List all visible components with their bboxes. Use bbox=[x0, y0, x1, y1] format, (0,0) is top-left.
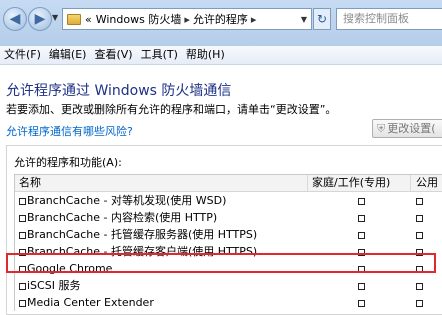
home-work-checkbox[interactable] bbox=[357, 282, 365, 290]
breadcrumb-separator-icon[interactable]: ▸ bbox=[184, 13, 190, 26]
public-checkbox-cell[interactable] bbox=[411, 209, 442, 226]
home-work-checkbox-cell[interactable] bbox=[311, 209, 411, 226]
column-name[interactable]: 名称 bbox=[15, 175, 307, 191]
breadcrumb-prefix[interactable]: « bbox=[85, 13, 92, 26]
home-work-checkbox-cell[interactable] bbox=[311, 277, 411, 294]
home-work-checkbox[interactable] bbox=[357, 231, 365, 239]
program-checkbox[interactable] bbox=[19, 299, 26, 307]
table-body: BranchCache - 对等机发现(使用 WSD) BranchCache -… bbox=[15, 192, 442, 311]
public-checkbox[interactable] bbox=[416, 214, 423, 222]
program-name-cell[interactable]: BranchCache - 对等机发现(使用 WSD) bbox=[15, 192, 311, 209]
table-row[interactable]: BranchCache - 对等机发现(使用 WSD) bbox=[15, 192, 442, 209]
recent-pages-dropdown[interactable]: ▼ bbox=[52, 13, 58, 22]
home-work-checkbox-cell[interactable] bbox=[311, 192, 411, 209]
table-row[interactable]: Media Center Extender bbox=[15, 294, 442, 311]
risk-help-link[interactable]: 允许程序通信有哪些风险? bbox=[6, 123, 133, 139]
table-row[interactable]: BranchCache - 托管缓存服务器(使用 HTTPS) bbox=[15, 226, 442, 243]
breadcrumb-separator-icon[interactable]: ▸ bbox=[251, 13, 257, 26]
home-work-checkbox-cell[interactable] bbox=[311, 294, 411, 311]
program-checkbox[interactable] bbox=[19, 214, 26, 222]
public-checkbox[interactable] bbox=[416, 197, 423, 205]
program-name: BranchCache - 托管缓存服务器(使用 HTTPS) bbox=[27, 228, 258, 241]
public-checkbox-cell[interactable] bbox=[411, 192, 442, 209]
public-checkbox[interactable] bbox=[416, 299, 423, 307]
change-settings-button[interactable]: ⛨ 更改设置( bbox=[372, 119, 442, 138]
program-name-cell[interactable]: iSCSI 服务 bbox=[15, 277, 311, 294]
home-work-checkbox[interactable] bbox=[357, 299, 365, 307]
menu-bar: 文件(F) 编辑(E) 查看(V) 工具(T) 帮助(H) bbox=[0, 46, 442, 65]
menu-view[interactable]: 查看(V) bbox=[90, 46, 136, 64]
public-checkbox-cell[interactable] bbox=[411, 226, 442, 243]
search-input[interactable]: 搜索控制面板 bbox=[336, 8, 442, 30]
program-name: iSCSI 服务 bbox=[27, 279, 81, 292]
back-button[interactable]: ◀ bbox=[3, 7, 27, 31]
address-toolbar: ◀ ▶ ▼ « Windows 防火墙 ▸ 允许的程序 ▸ ▼ ↻ 搜索控制面板 bbox=[0, 0, 442, 46]
program-checkbox[interactable] bbox=[19, 231, 26, 239]
program-name-cell[interactable]: BranchCache - 内容检索(使用 HTTP) bbox=[15, 209, 311, 226]
menu-help[interactable]: 帮助(H) bbox=[182, 46, 229, 64]
menu-tools[interactable]: 工具(T) bbox=[137, 46, 182, 64]
address-dropdown-icon[interactable]: ▼ bbox=[301, 15, 307, 24]
table-row[interactable]: BranchCache - 内容检索(使用 HTTP) bbox=[15, 209, 442, 226]
programs-table: 名称 家庭/工作(专用) 公用 BranchCache - 对等机发现(使用 W… bbox=[14, 174, 442, 311]
program-name: Media Center Extender bbox=[27, 296, 154, 309]
public-checkbox-cell[interactable] bbox=[411, 294, 442, 311]
public-checkbox[interactable] bbox=[416, 231, 423, 239]
home-work-checkbox[interactable] bbox=[357, 197, 365, 205]
program-name-cell[interactable]: Media Center Extender bbox=[15, 294, 311, 311]
column-public[interactable]: 公用 bbox=[410, 175, 442, 191]
table-row[interactable]: iSCSI 服务 bbox=[15, 277, 442, 294]
page-description: 若要添加、更改或删除所有允许的程序和端口，请单击“更改设置”。 bbox=[6, 103, 337, 116]
table-header: 名称 家庭/工作(专用) 公用 bbox=[15, 175, 442, 192]
forward-button[interactable]: ▶ bbox=[28, 7, 52, 31]
program-checkbox[interactable] bbox=[19, 282, 26, 290]
home-work-checkbox[interactable] bbox=[357, 214, 365, 222]
program-name: BranchCache - 内容检索(使用 HTTP) bbox=[27, 211, 218, 224]
public-checkbox-cell[interactable] bbox=[411, 277, 442, 294]
breadcrumb-firewall[interactable]: Windows 防火墙 bbox=[96, 11, 182, 27]
program-checkbox[interactable] bbox=[19, 197, 26, 205]
shield-icon: ⛨ bbox=[377, 122, 386, 135]
home-work-checkbox-cell[interactable] bbox=[311, 226, 411, 243]
program-name-cell[interactable]: BranchCache - 托管缓存服务器(使用 HTTPS) bbox=[15, 226, 311, 243]
public-checkbox[interactable] bbox=[416, 282, 423, 290]
programs-list-label: 允许的程序和功能(A): bbox=[14, 156, 122, 169]
control-panel-icon bbox=[67, 13, 81, 25]
refresh-button[interactable]: ↻ bbox=[313, 8, 331, 30]
column-home-work[interactable]: 家庭/工作(专用) bbox=[307, 175, 410, 191]
program-name: BranchCache - 对等机发现(使用 WSD) bbox=[27, 194, 227, 207]
page-title: 允许程序通过 Windows 防火墙通信 bbox=[6, 83, 232, 99]
change-settings-label: 更改设置( bbox=[387, 122, 436, 135]
menu-edit[interactable]: 编辑(E) bbox=[45, 46, 91, 64]
menu-file[interactable]: 文件(F) bbox=[0, 46, 45, 64]
highlight-box bbox=[6, 253, 436, 273]
breadcrumb-allowed-programs[interactable]: 允许的程序 bbox=[193, 11, 248, 27]
address-bar[interactable]: « Windows 防火墙 ▸ 允许的程序 ▸ ▼ bbox=[62, 8, 312, 30]
